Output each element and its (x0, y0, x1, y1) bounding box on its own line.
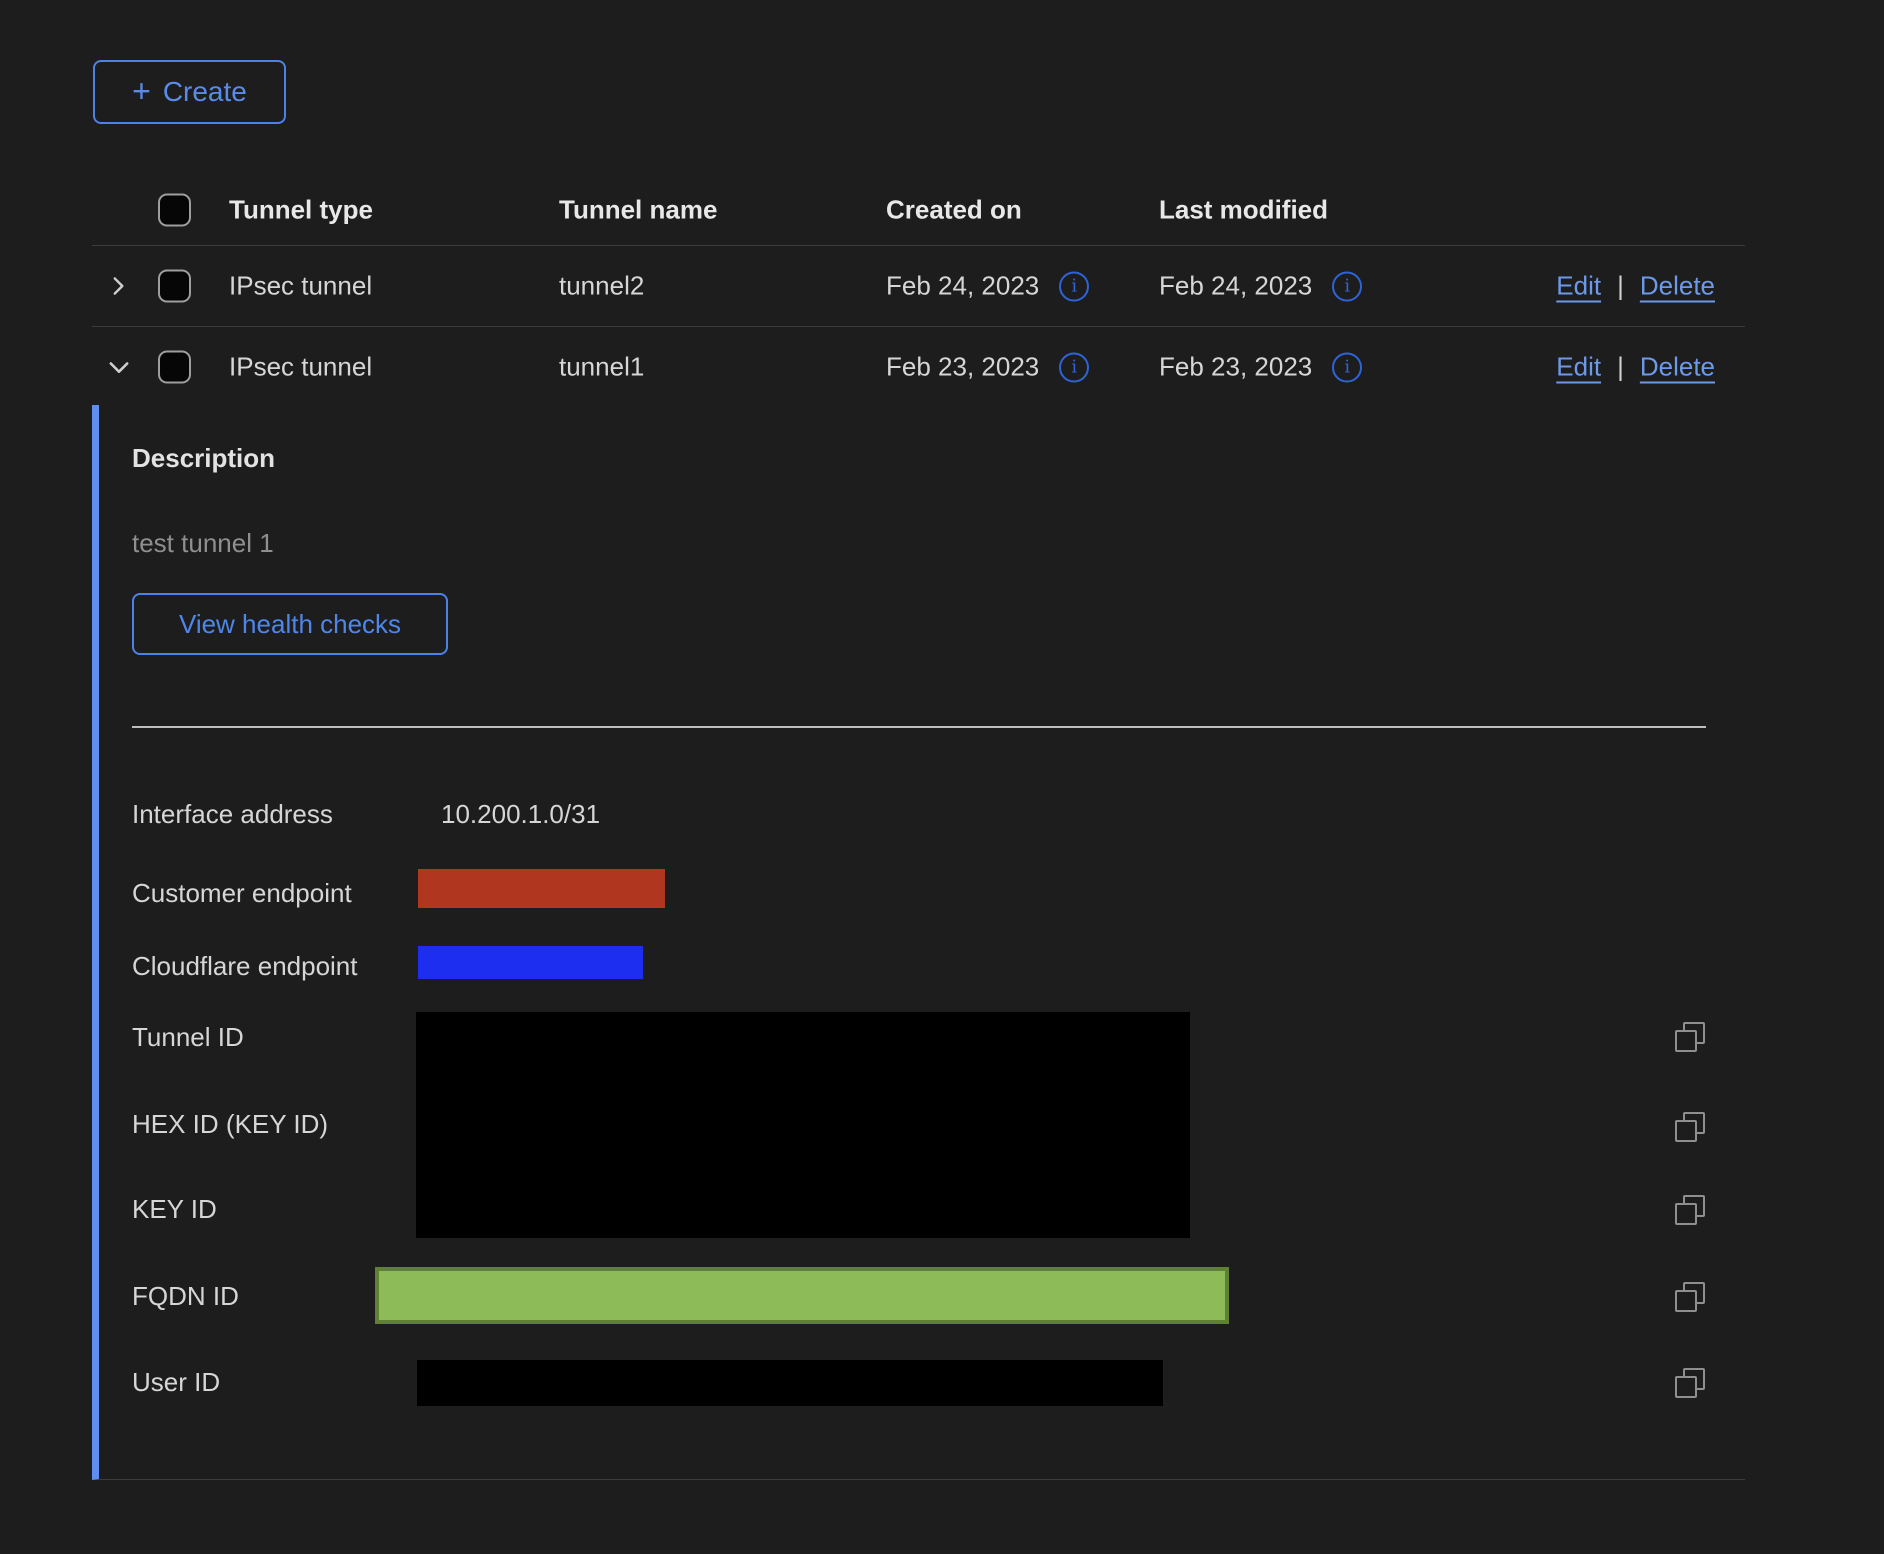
last-modified-value: Feb 23, 2023 (1159, 352, 1312, 383)
cloudflare-endpoint-redacted-value (418, 946, 643, 979)
expand-row-button[interactable] (105, 273, 131, 299)
customer-endpoint-redacted-value (418, 869, 665, 908)
copy-hex-id-button[interactable] (1675, 1112, 1705, 1142)
table-row: IPsec tunnel tunnel2 Feb 24, 2023 i Feb … (92, 246, 1745, 327)
view-health-checks-button[interactable]: View health checks (132, 593, 448, 655)
edit-link[interactable]: Edit (1556, 271, 1601, 302)
column-header-tunnel-type: Tunnel type (229, 195, 373, 226)
table-row: IPsec tunnel tunnel1 Feb 23, 2023 i Feb … (92, 327, 1745, 407)
key-id-label: KEY ID (132, 1194, 217, 1225)
create-button[interactable]: + Create (93, 60, 286, 124)
copy-icon (1675, 1282, 1705, 1312)
customer-endpoint-label: Customer endpoint (132, 878, 352, 909)
last-modified-cell: Feb 23, 2023 i (1159, 352, 1362, 383)
info-icon[interactable]: i (1059, 271, 1089, 301)
chevron-right-icon (105, 273, 131, 299)
column-header-created-on: Created on (886, 195, 1022, 226)
created-on-cell: Feb 23, 2023 i (886, 352, 1089, 383)
created-on-value: Feb 24, 2023 (886, 271, 1039, 302)
table-header-row: Tunnel type Tunnel name Created on Last … (92, 175, 1745, 246)
description-label: Description (132, 443, 275, 474)
fqdn-id-redacted-value (375, 1267, 1229, 1324)
tunnel-type-cell: IPsec tunnel (229, 271, 372, 302)
copy-icon (1675, 1022, 1705, 1052)
tunnel-name-cell: tunnel1 (559, 352, 644, 383)
copy-fqdn-id-button[interactable] (1675, 1282, 1705, 1312)
info-icon[interactable]: i (1332, 271, 1362, 301)
user-id-redacted-value (417, 1360, 1163, 1406)
create-button-label: Create (163, 76, 247, 108)
fqdn-id-label: FQDN ID (132, 1281, 239, 1312)
column-header-tunnel-name: Tunnel name (559, 195, 717, 226)
tunnel-details-panel: Description test tunnel 1 View health ch… (92, 405, 1745, 1480)
row-actions: Edit | Delete (1556, 352, 1715, 383)
tunnel-type-cell: IPsec tunnel (229, 352, 372, 383)
copy-tunnel-id-button[interactable] (1675, 1022, 1705, 1052)
hex-id-label: HEX ID (KEY ID) (132, 1109, 328, 1140)
row-checkbox[interactable] (158, 270, 191, 303)
user-id-label: User ID (132, 1367, 220, 1398)
interface-address-label: Interface address (132, 799, 333, 830)
copy-icon (1675, 1112, 1705, 1142)
actions-separator: | (1617, 352, 1624, 383)
description-value: test tunnel 1 (132, 528, 274, 559)
tunnels-page: + Create Tunnel type Tunnel name Created… (0, 0, 1884, 1554)
tunnel-id-label: Tunnel ID (132, 1022, 244, 1053)
plus-icon: + (132, 75, 151, 107)
info-icon[interactable]: i (1059, 352, 1089, 382)
interface-address-value: 10.200.1.0/31 (441, 799, 600, 830)
copy-user-id-button[interactable] (1675, 1368, 1705, 1398)
row-actions: Edit | Delete (1556, 271, 1715, 302)
delete-link[interactable]: Delete (1640, 352, 1715, 383)
copy-key-id-button[interactable] (1675, 1195, 1705, 1225)
section-divider (132, 726, 1706, 728)
row-checkbox[interactable] (158, 351, 191, 384)
info-icon[interactable]: i (1332, 352, 1362, 382)
created-on-value: Feb 23, 2023 (886, 352, 1039, 383)
created-on-cell: Feb 24, 2023 i (886, 271, 1089, 302)
tunnels-table: Tunnel type Tunnel name Created on Last … (92, 175, 1745, 407)
tunnel-name-cell: tunnel2 (559, 271, 644, 302)
chevron-down-icon (105, 353, 133, 381)
collapse-row-button[interactable] (105, 353, 133, 381)
id-group-redacted-value (416, 1012, 1190, 1238)
delete-link[interactable]: Delete (1640, 271, 1715, 302)
edit-link[interactable]: Edit (1556, 352, 1601, 383)
copy-icon (1675, 1368, 1705, 1398)
last-modified-value: Feb 24, 2023 (1159, 271, 1312, 302)
cloudflare-endpoint-label: Cloudflare endpoint (132, 951, 358, 982)
select-all-checkbox[interactable] (158, 194, 191, 227)
column-header-last-modified: Last modified (1159, 195, 1328, 226)
copy-icon (1675, 1195, 1705, 1225)
last-modified-cell: Feb 24, 2023 i (1159, 271, 1362, 302)
actions-separator: | (1617, 271, 1624, 302)
